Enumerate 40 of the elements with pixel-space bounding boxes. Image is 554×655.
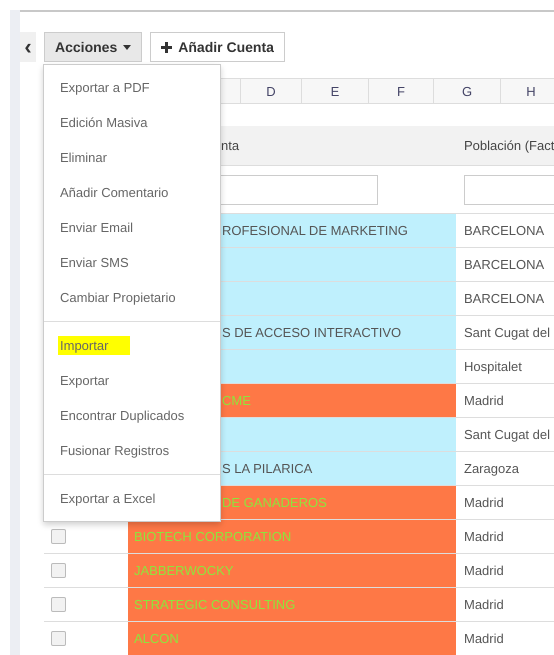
plus-icon [161,42,172,52]
column-letter: E [301,79,368,103]
caret-icon [123,44,132,50]
menu-item[interactable]: Exportar a PDF [44,70,220,105]
name-cell: STRATEGIC CONSULTING [128,588,456,621]
column-header: Población (Fact [464,138,554,153]
row-checkbox[interactable] [51,563,66,578]
city-cell-text: BARCELONA [463,256,546,274]
city-cell-text: Hospitalet [463,358,523,376]
column-letter: H [500,79,554,103]
city-cell-text: BARCELONA [463,222,546,240]
collapse-button[interactable]: ‹ [20,32,36,62]
row-checkbox[interactable] [51,631,66,646]
name-cell: BIOTECH CORPORATION [128,520,456,553]
city-cell-text: Madrid [463,630,505,648]
add-account-button[interactable]: Añadir Cuenta [150,32,285,62]
column-header: nta [221,138,240,153]
city-cell-text: Sant Cugat del [463,324,552,342]
actions-button[interactable]: Acciones [44,32,142,62]
city-cell-text: Madrid [463,528,505,546]
city-cell-text: Madrid [463,494,505,512]
column-letter: D [240,79,301,103]
city-cell-text: Zaragoza [463,460,520,478]
city-cell-text: Madrid [463,596,505,614]
row-checkbox[interactable] [51,597,66,612]
menu-item[interactable]: Cambiar Propietario [44,280,220,315]
row-checkbox[interactable] [51,529,66,544]
menu-item[interactable]: Edición Masiva [44,105,220,140]
city-cell-text: BARCELONA [463,290,546,308]
column-letter: F [368,79,433,103]
city-cell-text: Sant Cugat del [463,426,552,444]
city-cell-text: Madrid [463,392,505,410]
menu-item[interactable]: Enviar SMS [44,245,220,280]
city-cell-text: Madrid [463,562,505,580]
menu-item[interactable]: Eliminar [44,140,220,175]
column-letter: G [433,79,500,103]
name-cell: JABBERWOCKY [128,554,456,587]
name-cell: ALCON [128,622,456,655]
filter-field[interactable] [464,174,554,204]
menu-item[interactable]: Añadir Comentario [44,175,220,210]
